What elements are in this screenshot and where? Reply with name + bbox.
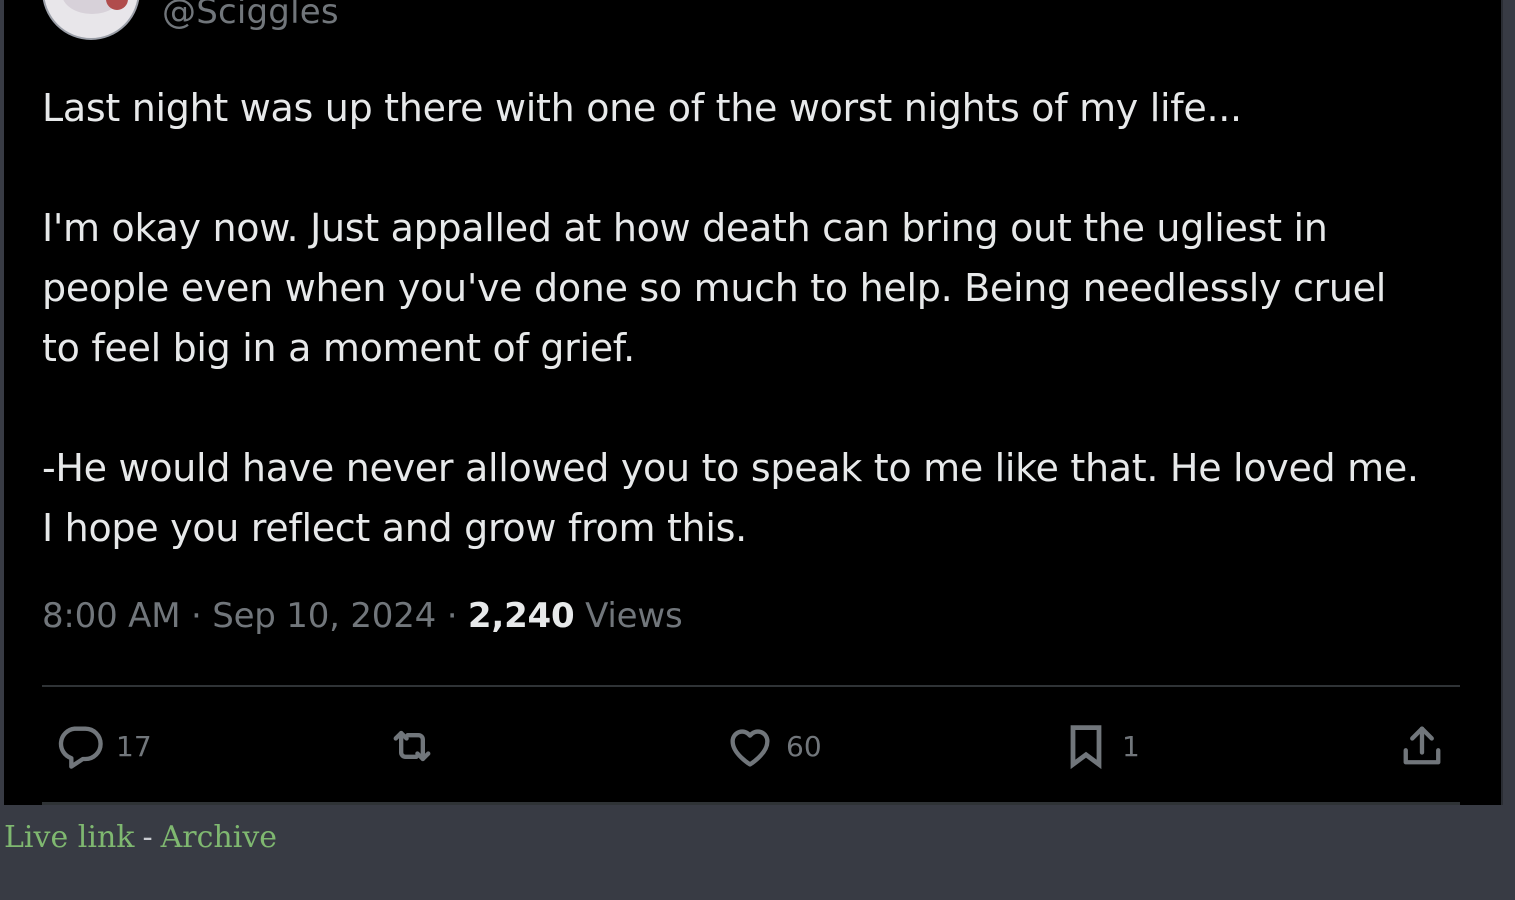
retweet-button[interactable] bbox=[386, 718, 448, 774]
avatar[interactable] bbox=[42, 0, 140, 40]
tweet-time[interactable]: 8:00 AM bbox=[42, 596, 181, 636]
share-icon bbox=[1396, 720, 1448, 772]
tweet-line: Last night was up there with one of the … bbox=[42, 86, 1242, 130]
tweet-line: people even when you've done so much to … bbox=[42, 266, 1386, 310]
tweet-card: @Sciggles Last night was up there with o… bbox=[4, 0, 1503, 805]
tweet-line: I hope you reflect and grow from this. bbox=[42, 506, 747, 550]
tweet-line: I'm okay now. Just appalled at how death… bbox=[42, 206, 1328, 250]
views-label: Views bbox=[585, 596, 683, 636]
tweet-line: -He would have never allowed you to spea… bbox=[42, 446, 1419, 490]
live-link[interactable]: Live link bbox=[4, 820, 134, 855]
tweet-line: to feel big in a moment of grief. bbox=[42, 326, 635, 370]
share-button[interactable] bbox=[1396, 718, 1448, 774]
divider bbox=[42, 685, 1460, 687]
reply-count: 17 bbox=[116, 729, 152, 763]
archive-link[interactable]: Archive bbox=[161, 820, 277, 855]
like-count: 60 bbox=[786, 729, 822, 763]
meta-separator: · bbox=[436, 596, 468, 636]
tweet-date[interactable]: Sep 10, 2024 bbox=[212, 596, 436, 636]
bookmark-button[interactable]: 1 bbox=[1060, 718, 1140, 774]
link-separator: - bbox=[142, 820, 153, 855]
like-button[interactable]: 60 bbox=[724, 718, 822, 774]
bookmark-count: 1 bbox=[1122, 729, 1140, 763]
tweet-text: Last night was up there with one of the … bbox=[42, 78, 1482, 558]
reply-button[interactable]: 17 bbox=[54, 718, 152, 774]
reply-icon bbox=[54, 720, 106, 772]
source-links: Live link - Archive bbox=[4, 820, 277, 855]
divider bbox=[42, 802, 1460, 805]
bookmark-icon bbox=[1060, 720, 1112, 772]
tweet-meta: 8:00 AM · Sep 10, 2024 · 2,240 Views bbox=[42, 596, 683, 636]
heart-icon bbox=[724, 720, 776, 772]
retweet-icon bbox=[386, 720, 438, 772]
user-handle[interactable]: @Sciggles bbox=[162, 0, 339, 32]
meta-separator: · bbox=[180, 596, 213, 636]
views-count: 2,240 bbox=[467, 596, 575, 636]
